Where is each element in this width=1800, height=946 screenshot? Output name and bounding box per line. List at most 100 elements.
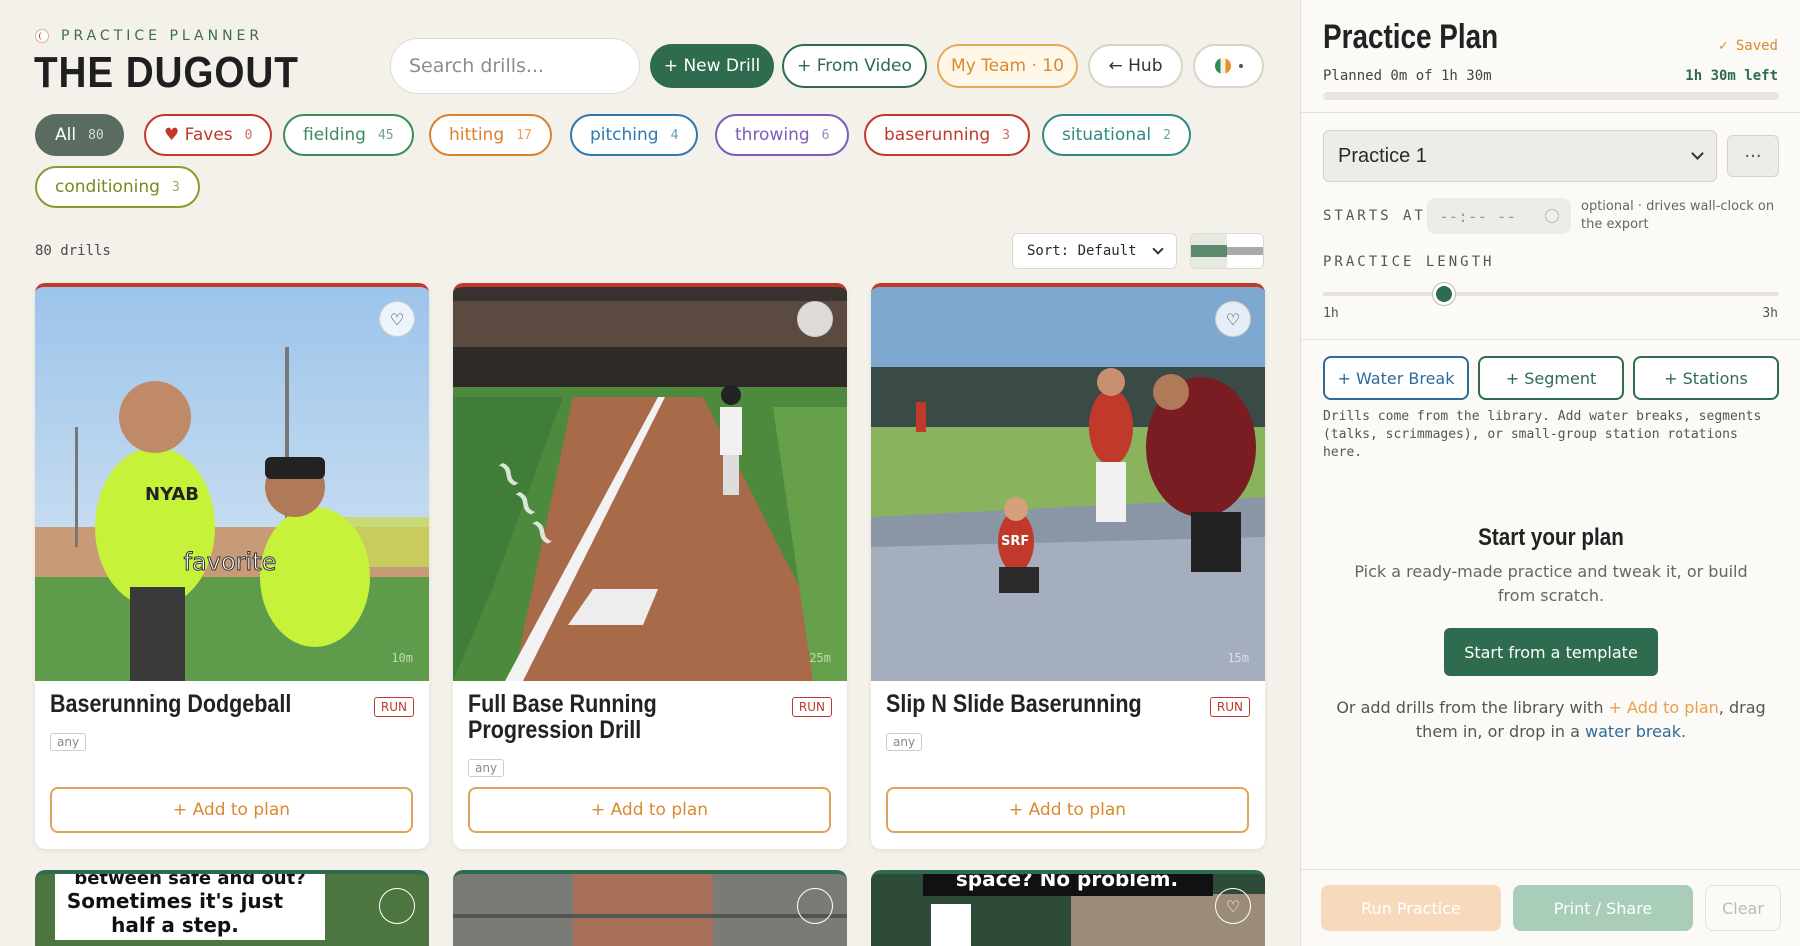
- drill-card[interactable]: NYAB favorite ♡ 10m Baserunning Dodgebal…: [35, 283, 429, 849]
- level-badge: any: [886, 733, 923, 751]
- drill-title: Baserunning Dodgeball: [50, 690, 292, 718]
- add-to-plan-button[interactable]: + Add to plan: [50, 787, 413, 833]
- drill-thumbnail[interactable]: SRF: [871, 287, 1265, 681]
- empty-state-title: Start your plan: [1478, 524, 1624, 551]
- saved-status: ✓ Saved: [1718, 38, 1778, 54]
- add-to-plan-link[interactable]: + Add to plan: [1609, 698, 1719, 717]
- grid-view-button[interactable]: [1191, 234, 1227, 268]
- slider-min-label: 1h: [1323, 306, 1339, 321]
- chevron-down-icon: [1152, 243, 1164, 255]
- chip-count: 6: [821, 127, 830, 143]
- category-tag: RUN: [1209, 697, 1250, 717]
- chip-label: situational: [1062, 125, 1152, 145]
- app-title: THE DUGOUT: [34, 48, 299, 97]
- chip-label: throwing: [735, 125, 810, 145]
- chip-count: 45: [377, 127, 394, 143]
- filter-chip-fielding[interactable]: fielding 45: [283, 114, 414, 156]
- drill-thumbnail[interactable]: NYAB favorite: [35, 287, 429, 681]
- divider: [1301, 339, 1800, 340]
- favorite-heart-icon[interactable]: [797, 301, 833, 337]
- clock-icon: [1545, 209, 1559, 223]
- drill-thumbnail[interactable]: ~~~: [453, 287, 847, 681]
- slider-handle[interactable]: [1433, 283, 1455, 305]
- hint-prefix: Or add drills from the library with: [1336, 698, 1609, 717]
- level-badge: any: [468, 759, 505, 777]
- hint-suffix: .: [1681, 722, 1687, 741]
- filter-chip-hitting[interactable]: hitting 17: [429, 114, 552, 156]
- sort-select[interactable]: Sort: Default: [1012, 233, 1177, 269]
- practice-select[interactable]: Practice 1: [1323, 130, 1717, 182]
- overlay-line-1: between safe and out?: [74, 874, 305, 889]
- add-water-break-button[interactable]: + Water Break: [1323, 356, 1469, 400]
- clear-button[interactable]: Clear: [1705, 885, 1781, 931]
- filter-chip-all[interactable]: All 80: [35, 114, 124, 156]
- sort-label: Sort: Default: [1027, 243, 1137, 259]
- chip-count: 80: [88, 127, 104, 143]
- drill-library: PRACTICE PLANNER THE DUGOUT Search drill…: [0, 0, 1300, 946]
- drill-title: Slip N Slide Baserunning: [886, 690, 1142, 718]
- add-segment-button[interactable]: + Segment: [1478, 356, 1624, 400]
- chip-count: 17: [516, 127, 532, 143]
- thumbnail-image: SRF: [871, 287, 1265, 681]
- chip-count: 3: [1002, 127, 1010, 143]
- start-from-template-button[interactable]: Start from a template: [1444, 628, 1658, 676]
- start-time-input[interactable]: --:-- --: [1427, 198, 1571, 234]
- svg-text:SRF: SRF: [1001, 534, 1029, 549]
- list-view-button[interactable]: [1227, 234, 1263, 268]
- practice-name: Practice 1: [1338, 144, 1427, 167]
- water-break-link[interactable]: water break: [1585, 722, 1681, 741]
- run-practice-button[interactable]: Run Practice: [1321, 885, 1501, 931]
- chip-label: ♥ Faves: [164, 125, 233, 145]
- more-options-button[interactable]: ···: [1727, 135, 1779, 177]
- overlay-line: space? No problem.: [956, 874, 1178, 891]
- grid-icon: [1191, 245, 1227, 257]
- chip-count: 0: [244, 127, 253, 143]
- favorite-heart-icon[interactable]: ♡: [1215, 888, 1251, 924]
- dropdown-dot-icon: [1238, 64, 1243, 68]
- drill-card[interactable]: ~~~ 25m Full Base Running Progression Dr…: [453, 283, 847, 849]
- favorite-heart-icon[interactable]: ♡: [379, 301, 415, 337]
- chip-label: baserunning: [884, 125, 991, 145]
- drill-card[interactable]: between safe and out? Sometimes it's jus…: [35, 870, 429, 946]
- chip-label: hitting: [449, 125, 505, 145]
- filter-chip-throwing[interactable]: throwing 6: [715, 114, 850, 156]
- drill-card[interactable]: SRF ♡ 15m Slip N Slide Baserunning RUN a…: [871, 283, 1265, 849]
- hub-button[interactable]: ← Hub: [1088, 44, 1183, 88]
- svg-text:NYAB: NYAB: [145, 484, 199, 505]
- my-team-button[interactable]: My Team · 10: [937, 44, 1078, 88]
- add-to-plan-button[interactable]: + Add to plan: [886, 787, 1249, 833]
- thumbnail-image: space? No problem.: [871, 874, 1265, 946]
- chip-label: pitching: [590, 125, 659, 145]
- favorite-heart-icon[interactable]: [379, 888, 415, 924]
- category-tag: RUN: [791, 697, 832, 717]
- filter-chip-baserunning[interactable]: baserunning 3: [864, 114, 1030, 156]
- list-icon: [1227, 247, 1263, 255]
- print-share-button[interactable]: Print / Share: [1513, 885, 1693, 931]
- practice-plan-panel: Practice Plan ✓ Saved Planned 0m of 1h 3…: [1300, 0, 1800, 946]
- chip-label: All: [55, 125, 77, 145]
- favorite-heart-icon[interactable]: ♡: [1215, 301, 1251, 337]
- drill-card[interactable]: space? No problem. ♡: [871, 870, 1265, 946]
- new-drill-button[interactable]: + New Drill: [650, 44, 774, 88]
- starts-at-label: STARTS AT: [1323, 208, 1426, 224]
- thumbnail-image: between safe and out? Sometimes it's jus…: [35, 874, 429, 946]
- add-to-plan-button[interactable]: + Add to plan: [468, 787, 831, 833]
- drill-duration: 10m: [391, 651, 413, 665]
- search-input[interactable]: Search drills...: [390, 38, 640, 94]
- filter-chip-situational[interactable]: situational 2: [1042, 114, 1191, 156]
- chip-count: 3: [171, 179, 180, 195]
- filter-chip-conditioning[interactable]: conditioning 3: [35, 166, 200, 208]
- add-drills-hint: Or add drills from the library with + Ad…: [1331, 696, 1771, 744]
- favorite-heart-icon[interactable]: [797, 888, 833, 924]
- chip-count: 2: [1163, 127, 1171, 143]
- filter-chip-pitching[interactable]: pitching 4: [570, 114, 699, 156]
- practice-length-slider[interactable]: [1323, 283, 1779, 305]
- category-tag: RUN: [373, 697, 414, 717]
- kicker-text: PRACTICE PLANNER: [61, 28, 264, 44]
- from-video-button[interactable]: + From Video: [782, 44, 927, 88]
- drill-card[interactable]: [453, 870, 847, 946]
- view-toggle: [1190, 233, 1264, 269]
- language-menu-button[interactable]: [1193, 44, 1264, 88]
- filter-chip-faves[interactable]: ♥ Faves 0: [144, 114, 273, 156]
- add-stations-button[interactable]: + Stations: [1633, 356, 1779, 400]
